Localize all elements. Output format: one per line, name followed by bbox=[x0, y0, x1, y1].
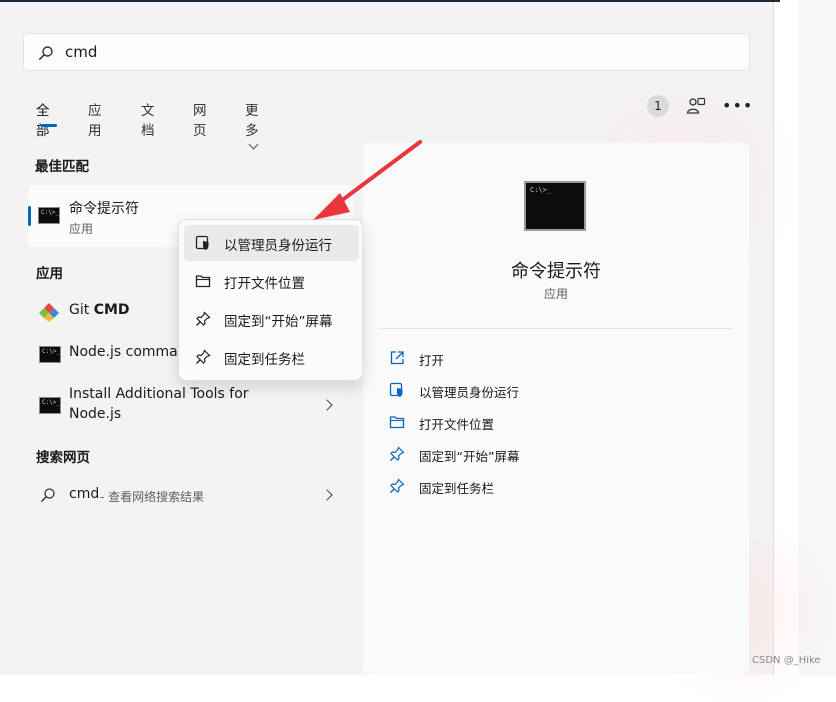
watermark: CSDN @_Hike bbox=[752, 655, 821, 666]
annotation-arrow bbox=[313, 140, 422, 220]
